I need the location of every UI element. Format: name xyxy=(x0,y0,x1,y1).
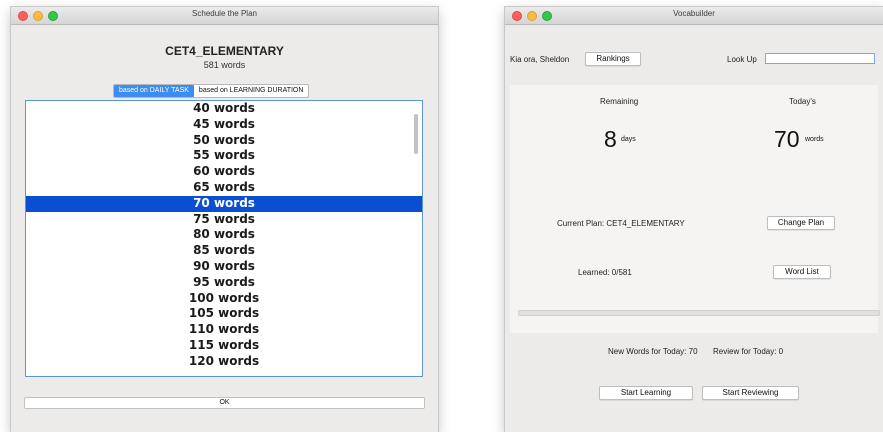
change-plan-button[interactable]: Change Plan xyxy=(767,216,835,230)
review-today: Review for Today: 0 xyxy=(713,347,784,356)
todays-value: 70 xyxy=(774,126,800,152)
list-item[interactable]: 100 words xyxy=(26,291,422,307)
schedule-plan-window: Schedule the Plan CET4_ELEMENTARY 581 wo… xyxy=(11,7,438,432)
list-item[interactable]: 50 words xyxy=(26,133,422,149)
scrollbar-thumb[interactable] xyxy=(414,114,418,154)
lookup-label: Look Up xyxy=(727,55,757,64)
new-words-today: New Words for Today: 70 xyxy=(608,347,698,356)
ok-button[interactable]: OK xyxy=(24,397,425,409)
list-item[interactable]: 115 words xyxy=(26,338,422,354)
window-title: Vocabuilder xyxy=(673,9,715,18)
list-item[interactable]: 40 words xyxy=(26,101,422,117)
start-learning-button[interactable]: Start Learning xyxy=(599,386,693,400)
plan-name: CET4_ELEMENTARY xyxy=(165,44,284,58)
lookup-input[interactable] xyxy=(765,53,875,64)
titlebar: Vocabuilder xyxy=(505,7,883,25)
list-item[interactable]: 110 words xyxy=(26,322,422,338)
list-item[interactable]: 95 words xyxy=(26,275,422,291)
remaining-unit: days xyxy=(621,136,636,143)
start-reviewing-button[interactable]: Start Reviewing xyxy=(702,386,799,400)
vocabuilder-window: Vocabuilder Kia ora, Sheldon Rankings Lo… xyxy=(505,7,883,432)
list-item[interactable]: 105 words xyxy=(26,306,422,322)
list-item[interactable]: 60 words xyxy=(26,164,422,180)
todays-label: Today's xyxy=(789,97,816,106)
list-item[interactable]: 85 words xyxy=(26,243,422,259)
learned-count: Learned: 0/581 xyxy=(578,268,632,277)
list-item[interactable]: 80 words xyxy=(26,227,422,243)
list-item[interactable]: 55 words xyxy=(26,148,422,164)
list-item[interactable]: 65 words xyxy=(26,180,422,196)
current-plan: Current Plan: CET4_ELEMENTARY xyxy=(557,219,685,228)
todays-unit: words xyxy=(805,136,824,143)
mode-segmented-control: based on DAILY TASK based on LEARNING DU… xyxy=(113,84,310,98)
learning-progress-bar xyxy=(518,310,880,316)
window-title: Schedule the Plan xyxy=(192,9,257,18)
list-item[interactable]: 45 words xyxy=(26,117,422,133)
remaining-label: Remaining xyxy=(600,97,639,106)
list-item[interactable]: 75 words xyxy=(26,212,422,228)
rankings-button[interactable]: Rankings xyxy=(585,52,641,66)
remaining-value: 8 xyxy=(604,126,617,152)
word-count: 581 words xyxy=(203,60,246,70)
daily-words-list[interactable]: 40 words 45 words 50 words 55 words 60 words… xyxy=(25,100,423,377)
list-item[interactable]: 70 words xyxy=(26,195,422,212)
tab-learning-duration[interactable]: based on LEARNING DURATION xyxy=(194,85,309,97)
list-item[interactable]: 120 words xyxy=(26,354,422,370)
titlebar: Schedule the Plan xyxy=(11,7,438,25)
word-list-button[interactable]: Word List xyxy=(773,265,831,279)
greeting: Kia ora, Sheldon xyxy=(510,55,570,64)
stats-panel xyxy=(510,85,878,333)
list-item[interactable]: 90 words xyxy=(26,259,422,275)
tab-daily-task[interactable]: based on DAILY TASK xyxy=(114,85,194,97)
